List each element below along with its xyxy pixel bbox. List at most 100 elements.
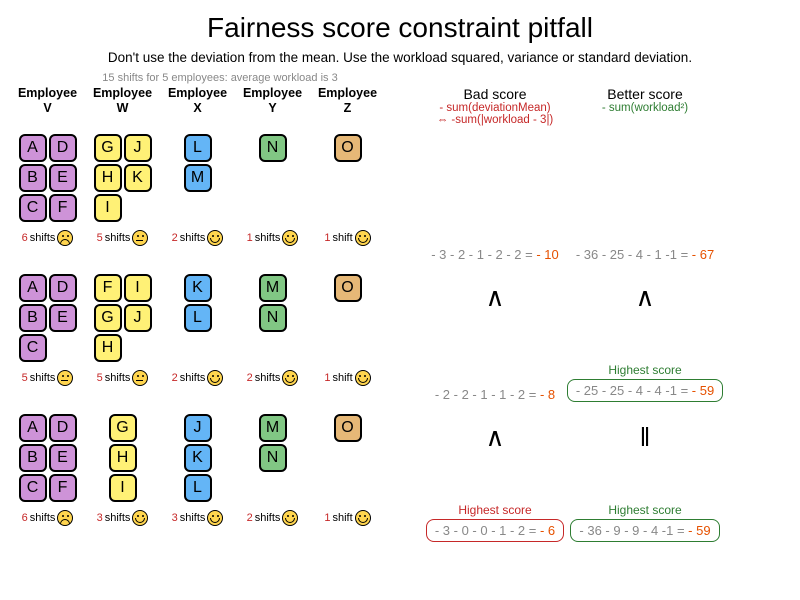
employee-cell: ABCDE5 shifts (10, 274, 85, 386)
shift-block: J (124, 134, 152, 162)
shift-block: B (19, 444, 47, 472)
shift-block: I (94, 194, 122, 222)
comparator-icon: ∧ (635, 282, 654, 313)
shift-block: A (19, 134, 47, 162)
better-score-cell: ∧ Highest score - 25 - 25 - 4 - 4 -1 = - 5… (570, 274, 720, 402)
shift-block: H (94, 164, 122, 192)
employee-cell: LM 2 shifts (160, 134, 235, 246)
highest-label: Highest score (608, 503, 681, 517)
better-score-header: Better score- sum(workload²) (570, 86, 720, 126)
shift-block: H (94, 334, 122, 362)
scenario-row: ABC DEF 6 shifts GHI 3 shifts JKL3 shifts M… (10, 414, 790, 546)
mood-icon (132, 370, 148, 386)
mood-icon (207, 230, 223, 246)
shift-block: F (49, 194, 77, 222)
mood-icon (355, 510, 371, 526)
employee-header: EmployeeV (10, 86, 85, 126)
shift-caption: 2 shifts (172, 370, 224, 386)
bad-score-cell: ∧ Highest score - 3 - 0 - 0 - 1 - 2 = - 6 (420, 414, 570, 542)
shift-block: M (184, 164, 212, 192)
better-score-cell: - 36 - 25 - 4 - 1 -1 = - 67 (570, 134, 720, 262)
comparator-icon: ‖ (640, 422, 651, 453)
shift-block: N (259, 134, 287, 162)
diagram-grid: EmployeeVEmployeeWEmployeeXEmployeeYEmpl… (10, 86, 790, 546)
shift-caption: 6 shifts (22, 510, 74, 526)
better-score-cell: ‖ Highest score - 36 - 9 - 9 - 4 -1 = - 59 (570, 414, 720, 542)
shift-caption: 6 shifts (22, 230, 74, 246)
highest-label: Highest score (458, 503, 531, 517)
mood-icon (355, 230, 371, 246)
shift-block: E (49, 164, 77, 192)
shift-block: D (49, 134, 77, 162)
shift-caption: 1 shifts (247, 230, 299, 246)
shift-block: A (19, 274, 47, 302)
mood-icon (132, 230, 148, 246)
shift-block: N (259, 444, 287, 472)
shift-block: I (109, 474, 137, 502)
mood-icon (57, 510, 73, 526)
page-title: Fairness score constraint pitfall (0, 0, 800, 44)
shift-block: J (184, 414, 212, 442)
shift-block: L (184, 134, 212, 162)
employee-cell: ABC DEF 6 shifts (10, 414, 85, 526)
shift-block: E (49, 304, 77, 332)
shift-caption: 2 shifts (172, 230, 224, 246)
employee-header: EmployeeY (235, 86, 310, 126)
employee-cell: GHI 3 shifts (85, 414, 160, 526)
scenario-row: ABCDEF6 shifts GHIJK5 shifts LM2 shifts … (10, 134, 790, 266)
shift-caption: 5 shifts (97, 370, 149, 386)
bad-score-cell: - 3 - 2 - 1 - 2 - 2 = - 10 (420, 134, 570, 262)
shift-block: J (124, 304, 152, 332)
shift-caption: 2 shifts (247, 510, 299, 526)
employee-cell: O 1 shift (310, 134, 385, 246)
employee-cell: JKL3 shifts (160, 414, 235, 526)
shift-block: B (19, 304, 47, 332)
shift-caption: 3 shifts (97, 510, 149, 526)
score-result: - 3 - 0 - 0 - 1 - 2 = - 6 (426, 519, 564, 542)
employee-header: EmployeeX (160, 86, 235, 126)
score-result: - 25 - 25 - 4 - 4 -1 = - 59 (567, 379, 723, 402)
shift-block: K (184, 274, 212, 302)
shift-block: L (184, 304, 212, 332)
mood-icon (282, 370, 298, 386)
employee-cell: FGHIJ5 shifts (85, 274, 160, 386)
mood-icon (132, 510, 148, 526)
hint-text: 15 shifts for 5 employees: average workl… (10, 72, 430, 84)
shift-block: C (19, 334, 47, 362)
shift-block: A (19, 414, 47, 442)
shift-block: M (259, 414, 287, 442)
highest-label: Highest score (608, 363, 681, 377)
shift-caption: 1 shift (324, 230, 370, 246)
shift-block: C (19, 194, 47, 222)
shift-block: F (49, 474, 77, 502)
mood-icon (57, 370, 73, 386)
shift-block: K (124, 164, 152, 192)
shift-block: G (109, 414, 137, 442)
shift-caption: 1 shift (324, 510, 370, 526)
shift-block: O (334, 134, 362, 162)
employee-cell: O 1 shift (310, 414, 385, 526)
shift-block: G (94, 304, 122, 332)
bad-score-header: Bad score- sum(deviationMean)⇔ -sum(|wor… (420, 86, 570, 126)
mood-icon (207, 510, 223, 526)
shift-block: F (94, 274, 122, 302)
employee-cell: GHI JK 5 shifts (85, 134, 160, 246)
shift-caption: 1 shift (324, 370, 370, 386)
employee-cell: N 1 shifts (235, 134, 310, 246)
shift-block: G (94, 134, 122, 162)
employee-header: EmployeeZ (310, 86, 385, 126)
employee-cell: MN2 shifts (235, 274, 310, 386)
mood-icon (57, 230, 73, 246)
shift-block: E (49, 444, 77, 472)
shift-block: O (334, 414, 362, 442)
shift-block: C (19, 474, 47, 502)
shift-caption: 3 shifts (172, 510, 224, 526)
shift-caption: 5 shifts (97, 230, 149, 246)
comparator-icon: ∧ (485, 422, 504, 453)
shift-block: D (49, 414, 77, 442)
scenario-row: ABCDE5 shifts FGHIJ5 shifts KL2 shifts M… (10, 274, 790, 406)
page-subtitle: Don't use the deviation from the mean. U… (0, 44, 800, 65)
score-result: - 36 - 9 - 9 - 4 -1 = - 59 (570, 519, 719, 542)
shift-block: K (184, 444, 212, 472)
shift-block: H (109, 444, 137, 472)
